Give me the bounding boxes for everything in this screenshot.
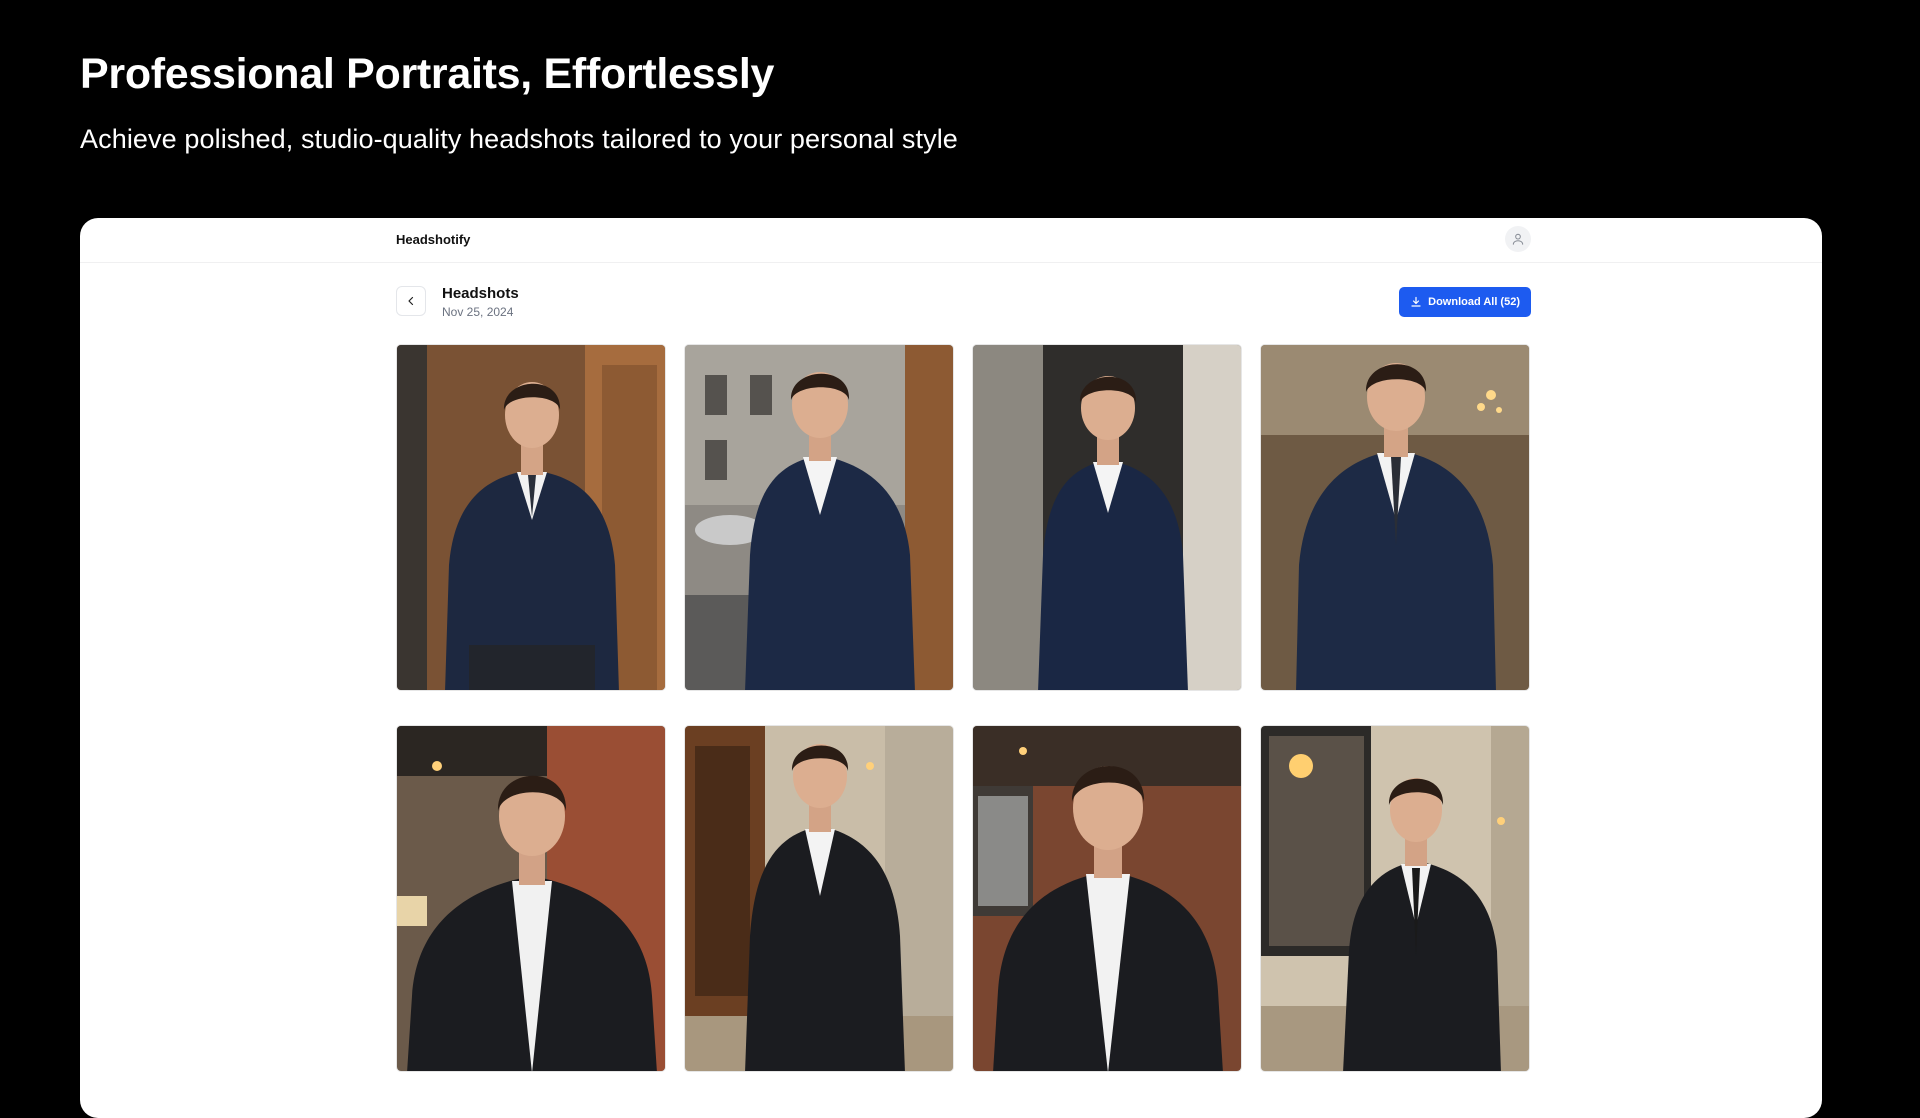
user-icon [1512,233,1524,245]
chevron-left-icon [408,296,414,306]
page-header: Headshots Nov 25, 2024 Download All (52) [396,285,1531,321]
back-button[interactable] [396,286,426,316]
headshot-photo[interactable] [684,344,954,691]
brand-logo[interactable]: Headshotify [396,232,470,247]
user-avatar-button[interactable] [1505,226,1531,252]
page-date: Nov 25, 2024 [442,305,514,319]
headshot-photo[interactable] [1260,725,1530,1072]
download-all-label: Download All (52) [1428,296,1520,308]
top-nav: Headshotify [80,218,1822,263]
hero-subtitle: Achieve polished, studio-quality headsho… [80,124,958,154]
headshot-photo[interactable] [972,344,1242,691]
app-window: Headshotify Headshots Nov 25, 2024 Downl… [80,218,1822,1118]
download-icon [1411,296,1421,307]
download-all-button[interactable]: Download All (52) [1399,287,1531,317]
headshot-photo[interactable] [972,725,1242,1072]
headshot-photo[interactable] [396,344,666,691]
headshot-photo[interactable] [396,725,666,1072]
hero-title: Professional Portraits, Effortlessly [80,50,775,98]
headshot-photo[interactable] [1260,344,1530,691]
headshot-photo[interactable] [684,725,954,1072]
page-title: Headshots [442,285,519,302]
